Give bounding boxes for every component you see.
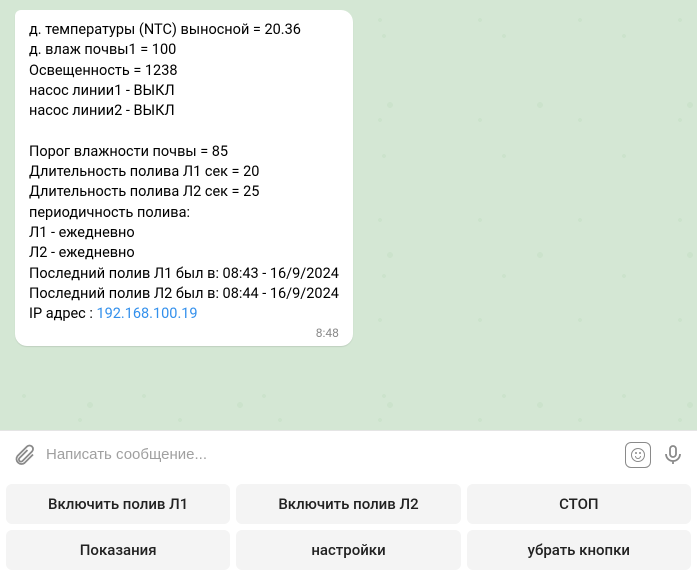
msg-line: Последний полив Л1 был в: 08:43 - 16/9/2… — [29, 265, 339, 282]
attach-icon[interactable] — [12, 443, 36, 467]
keyboard-row: Показания настройки убрать кнопки — [6, 530, 691, 570]
keyboard-row: Включить полив Л1 Включить полив Л2 СТОП — [6, 484, 691, 524]
msg-line: Последний полив Л2 был в: 08:44 - 16/9/2… — [29, 285, 339, 302]
msg-line: Порог влажности почвы = 85 — [29, 143, 228, 160]
message-time: 8:48 — [29, 326, 339, 340]
msg-line: Длительность полива Л2 сек = 25 — [29, 183, 259, 200]
msg-line: Освещенность = 1238 — [29, 62, 178, 79]
message-input[interactable] — [46, 446, 615, 463]
settings-button[interactable]: настройки — [236, 530, 460, 570]
msg-line: Л1 - ежедневно — [29, 224, 135, 241]
msg-line: насос линии2 - ВЫКЛ — [29, 102, 175, 119]
keyboard-area: Включить полив Л1 Включить полив Л2 СТОП… — [0, 478, 697, 576]
readings-button[interactable]: Показания — [6, 530, 230, 570]
remove-buttons-button[interactable]: убрать кнопки — [467, 530, 691, 570]
sticker-icon[interactable] — [625, 442, 651, 468]
message-bubble: д. температуры (NTC) выносной = 20.36 д.… — [15, 10, 353, 346]
msg-line: д. температуры (NTC) выносной = 20.36 — [29, 21, 301, 38]
input-bar — [0, 430, 697, 478]
ip-link[interactable]: 192.168.100.19 — [96, 305, 197, 322]
msg-line: д. влаж почвы1 = 100 — [29, 41, 176, 58]
msg-line: периодичность полива: — [29, 204, 190, 221]
enable-watering-l1-button[interactable]: Включить полив Л1 — [6, 484, 230, 524]
msg-line: Л2 - ежедневно — [29, 244, 135, 261]
msg-line: насос линии1 - ВЫКЛ — [29, 82, 175, 99]
mic-icon[interactable] — [661, 443, 685, 467]
enable-watering-l2-button[interactable]: Включить полив Л2 — [236, 484, 460, 524]
chat-area: д. температуры (NTC) выносной = 20.36 д.… — [0, 0, 697, 430]
ip-label: IP адрес : — [29, 305, 96, 322]
stop-button[interactable]: СТОП — [467, 484, 691, 524]
msg-line: Длительность полива Л1 сек = 20 — [29, 163, 259, 180]
message-content: д. температуры (NTC) выносной = 20.36 д.… — [29, 20, 339, 324]
